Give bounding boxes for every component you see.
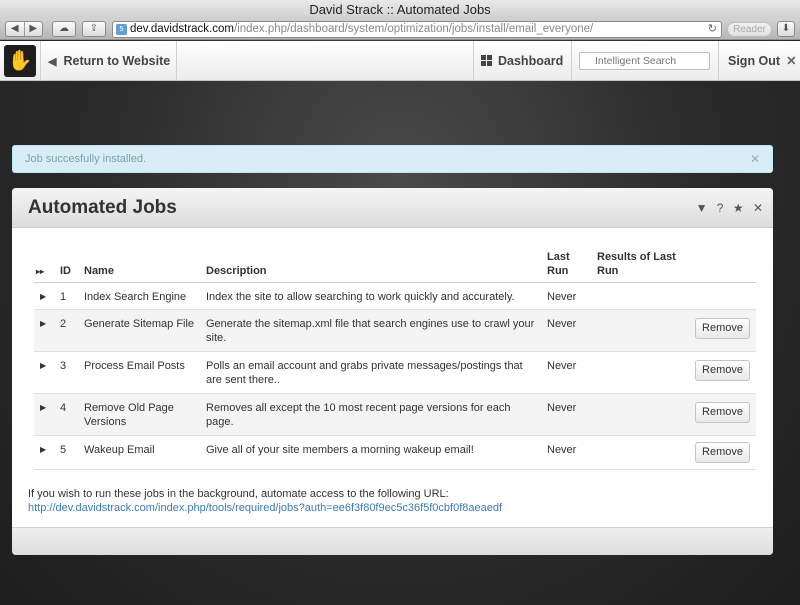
- col-id: ID: [60, 265, 71, 277]
- back-icon[interactable]: ◀: [6, 22, 25, 36]
- jobs-table: ▸▸ ID Name Description Last Run Results …: [34, 247, 756, 470]
- col-last-run-line1: Last: [547, 251, 570, 263]
- job-last-run: Never: [547, 402, 577, 414]
- page-title: Automated Jobs: [28, 197, 177, 218]
- icloud-tabs-icon[interactable]: ☁: [52, 21, 76, 37]
- dashboard-grid-icon: [481, 55, 492, 66]
- job-id: 1: [60, 291, 67, 303]
- collapse-icon[interactable]: ▼: [696, 201, 708, 215]
- url-host: dev.davidstrack.com: [130, 23, 234, 35]
- job-id: 4: [60, 402, 67, 414]
- job-id: 3: [60, 360, 67, 372]
- divider: [176, 41, 177, 81]
- intelligent-search-input[interactable]: [579, 52, 710, 70]
- table-row: ▶ 3 Process Email Posts Polls an email a…: [34, 352, 756, 394]
- panel-controls: ▼ ? ★ ✕: [690, 188, 763, 228]
- return-to-website-link[interactable]: ◀ Return to Website: [48, 41, 170, 81]
- job-description: Give all of your site members a morning …: [206, 444, 474, 456]
- favicon-icon: 5: [116, 24, 127, 35]
- job-description: Index the site to allow searching to wor…: [206, 291, 515, 303]
- favorite-star-icon[interactable]: ★: [733, 201, 744, 215]
- col-last-run-line2: Run: [547, 265, 569, 277]
- panel-header: Automated Jobs ▼ ? ★ ✕: [12, 188, 773, 228]
- alert-message: Job succesfully installed.: [25, 153, 147, 165]
- expand-caret-icon[interactable]: ▶: [40, 445, 46, 454]
- job-name: Wakeup Email: [84, 444, 155, 456]
- expand-caret-icon[interactable]: ▶: [40, 403, 46, 412]
- sign-out-link[interactable]: Sign Out ✕: [728, 41, 797, 81]
- table-header: ▸▸ ID Name Description Last Run Results …: [34, 247, 756, 283]
- arrow-left-icon: ◀: [48, 56, 57, 68]
- browser-toolbar: ◀ ▶ ☁ ⇪ 5 dev.davidstrack.com/index.php/d…: [0, 19, 800, 40]
- divider: [571, 41, 572, 81]
- remove-button[interactable]: Remove: [695, 360, 750, 381]
- expand-caret-icon[interactable]: ▶: [40, 319, 46, 328]
- job-name: Index Search Engine: [84, 291, 187, 303]
- reader-button[interactable]: Reader: [727, 22, 772, 37]
- address-bar[interactable]: 5 dev.davidstrack.com/index.php/dashboard…: [112, 21, 722, 38]
- close-icon[interactable]: ✕: [753, 201, 763, 215]
- job-description: Generate the sitemap.xml file that searc…: [206, 318, 535, 344]
- remove-button[interactable]: Remove: [695, 402, 750, 423]
- expand-all-icon[interactable]: ▸▸: [36, 265, 44, 279]
- help-icon[interactable]: ?: [717, 201, 724, 215]
- job-description: Removes all except the 10 most recent pa…: [206, 402, 511, 428]
- remove-button[interactable]: Remove: [695, 318, 750, 339]
- divider: [718, 41, 719, 81]
- url-path: /index.php/dashboard/system/optimization…: [233, 23, 594, 35]
- job-last-run: Never: [547, 291, 577, 303]
- signout-label: Sign Out: [728, 54, 781, 68]
- cron-url-link[interactable]: http://dev.davidstrack.com/index.php/too…: [28, 502, 502, 514]
- forward-icon[interactable]: ▶: [25, 22, 43, 36]
- job-last-run: Never: [547, 444, 577, 456]
- dashboard-link[interactable]: Dashboard: [481, 41, 563, 81]
- expand-caret-icon[interactable]: ▶: [40, 361, 46, 370]
- job-id: 2: [60, 318, 67, 330]
- close-icon[interactable]: ✕: [750, 146, 760, 172]
- remove-button[interactable]: Remove: [695, 442, 750, 463]
- col-description: Description: [206, 265, 267, 277]
- job-name: Generate Sitemap File: [84, 318, 195, 330]
- expand-caret-icon[interactable]: ▶: [40, 292, 46, 301]
- panel-footer: [12, 527, 773, 555]
- download-icon[interactable]: ⬇: [777, 21, 795, 37]
- job-description: Polls an email account and grabs private…: [206, 360, 523, 386]
- table-row: ▶ 4 Remove Old Page Versions Removes all…: [34, 394, 756, 436]
- job-name: Remove Old Page Versions: [84, 402, 174, 428]
- job-name: Process Email Posts: [84, 360, 185, 372]
- divider: [40, 41, 41, 81]
- back-forward-buttons[interactable]: ◀ ▶: [5, 21, 43, 37]
- table-row: ▶ 2 Generate Sitemap File Generate the s…: [34, 310, 756, 352]
- job-last-run: Never: [547, 360, 577, 372]
- job-id: 5: [60, 444, 67, 456]
- success-alert: Job succesfully installed. ✕: [12, 145, 773, 173]
- divider: [473, 41, 474, 81]
- dashboard-label: Dashboard: [498, 54, 564, 68]
- return-label: Return to Website: [63, 54, 171, 68]
- job-last-run: Never: [547, 318, 577, 330]
- cms-toolbar: ✋ ◀Return to Website Dashboard ⌕ Sign Ou…: [0, 41, 800, 81]
- col-results-line2: Run: [597, 265, 619, 277]
- share-icon[interactable]: ⇪: [82, 21, 106, 37]
- window-title: David Strack :: Automated Jobs: [0, 0, 800, 19]
- col-name: Name: [84, 265, 114, 277]
- cron-instructions: If you wish to run these jobs in the bac…: [28, 488, 449, 500]
- col-results-line1: Results of Last: [597, 251, 676, 263]
- concrete5-logo-icon[interactable]: ✋: [4, 45, 36, 77]
- table-row: ▶ 5 Wakeup Email Give all of your site m…: [34, 436, 756, 470]
- close-icon: ✕: [786, 54, 797, 68]
- table-row: ▶ 1 Index Search Engine Index the site t…: [34, 283, 756, 310]
- reload-icon[interactable]: ↻: [708, 22, 717, 37]
